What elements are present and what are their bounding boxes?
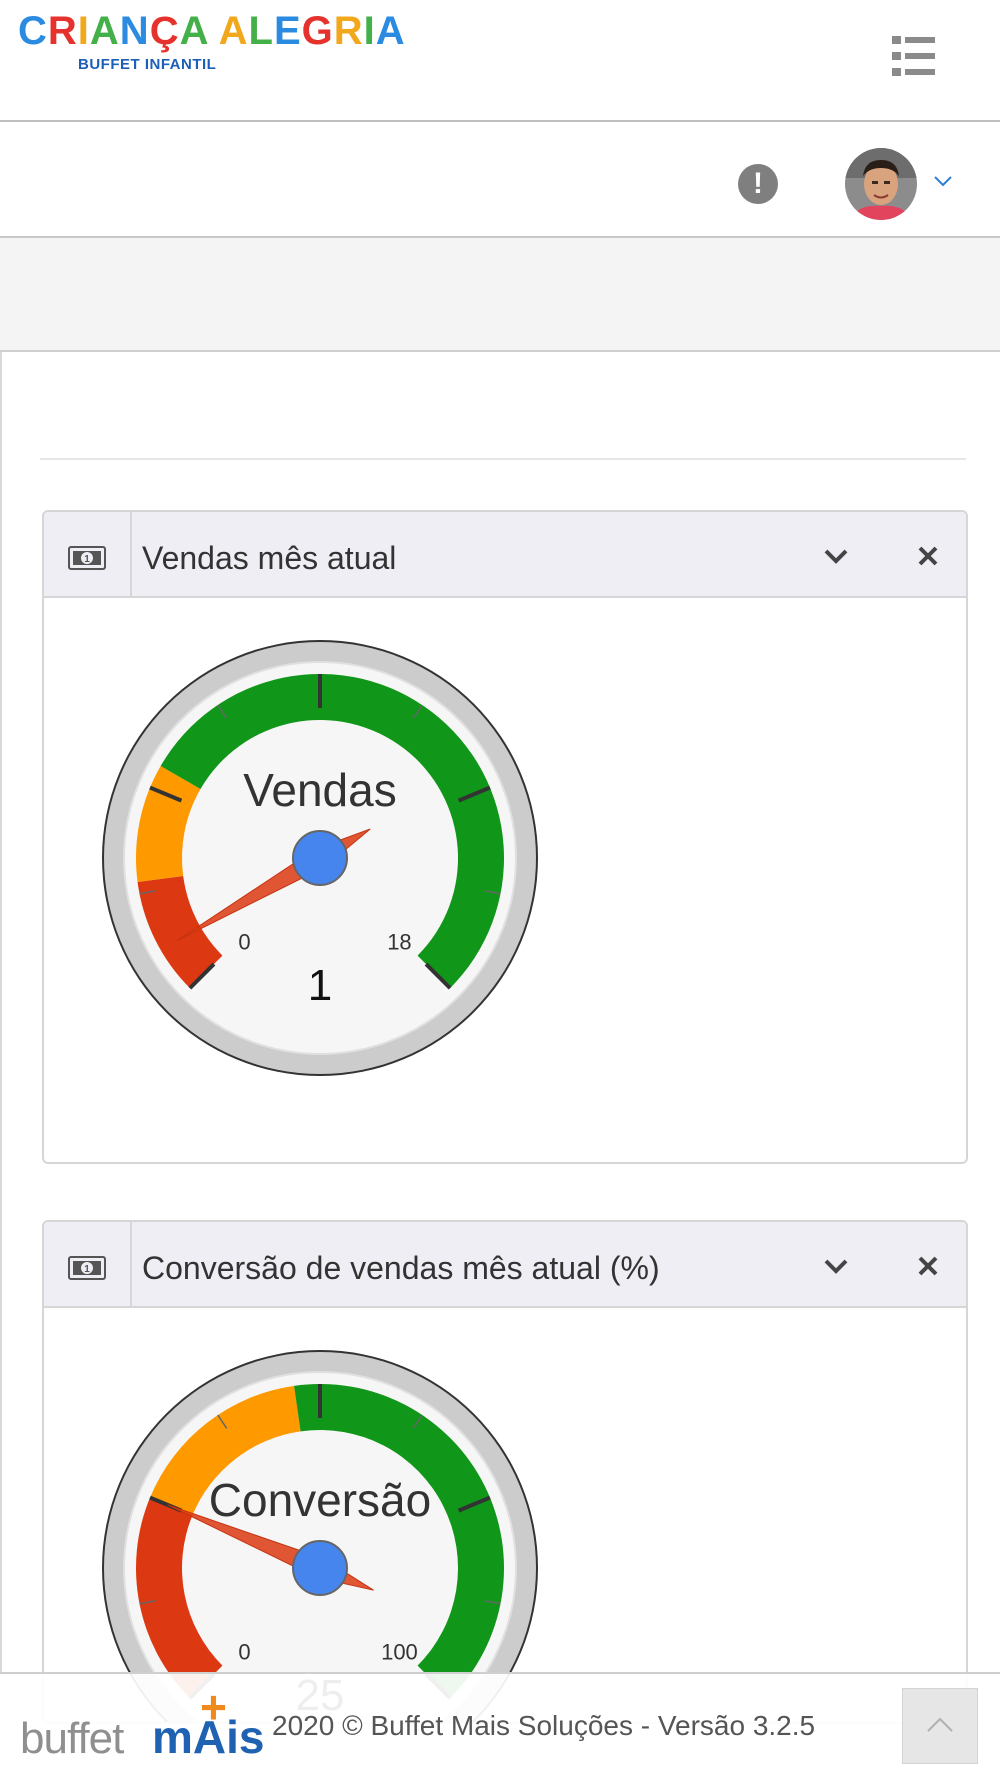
brand-logo[interactable]: CRIANÇA ALEGRIA BUFFET INFANTIL — [18, 10, 405, 80]
widget-collapse-button[interactable] — [822, 1252, 850, 1280]
gauge-min-label: 0 — [238, 1639, 250, 1664]
gauge-value-label: 1 — [308, 961, 332, 1010]
money-bill-icon: 1 — [68, 546, 106, 570]
avatar-image — [845, 148, 917, 220]
footer-logo-plus: + — [200, 1681, 227, 1733]
list-menu-icon — [892, 36, 935, 76]
close-icon — [918, 1256, 938, 1276]
footer-copyright: 2020 © Buffet Mais Soluções - Versão 3.2… — [272, 1710, 816, 1741]
content-divider — [40, 458, 966, 460]
chevron-down-icon — [934, 176, 952, 187]
footer: buffet mAis + 2020 © Buffet Mais Soluçõe… — [0, 1672, 1000, 1780]
main-content: 1 Vendas mês atual Vendas 0 18 1 1 Conve… — [0, 352, 1000, 1724]
chevron-down-icon — [824, 1259, 848, 1274]
widget-title: Vendas mês atual — [142, 540, 397, 576]
logo-title: CRIANÇA ALEGRIA — [18, 9, 406, 53]
widget-icon-box: 1 — [44, 1222, 132, 1306]
breadcrumb-strip — [0, 238, 1000, 352]
chevron-up-icon — [927, 1717, 953, 1732]
widget-vendas: 1 Vendas mês atual Vendas 0 18 1 — [42, 510, 968, 1164]
gauge-needle-hub — [292, 1540, 348, 1596]
user-avatar[interactable] — [845, 148, 917, 220]
buffet-mais-logo[interactable]: buffet mAis + — [20, 1681, 264, 1768]
svg-text:1: 1 — [84, 1264, 90, 1275]
logo-subtitle: BUFFET INFANTIL — [78, 56, 217, 73]
vendas-gauge: Vendas 0 18 1 — [102, 640, 538, 1076]
chevron-down-icon — [824, 549, 848, 564]
gauge-max-label: 18 — [387, 929, 411, 954]
widget-header: 1 Vendas mês atual — [44, 512, 966, 598]
widget-title: Conversão de vendas mês atual (%) — [142, 1250, 660, 1286]
menu-toggle-button[interactable] — [892, 34, 938, 78]
conversao-gauge: Conversão010025 — [102, 1350, 538, 1722]
footer-logo-word1: buffet — [20, 1714, 124, 1763]
widget-close-button[interactable] — [914, 1252, 942, 1280]
widget-conversao: 1 Conversão de vendas mês atual (%) Conv… — [42, 1220, 968, 1724]
scroll-to-top-button[interactable] — [902, 1688, 978, 1764]
gauge-needle-hub — [292, 830, 348, 886]
top-header: CRIANÇA ALEGRIA BUFFET INFANTIL — [0, 0, 1000, 122]
gauge-max-label: 100 — [381, 1639, 418, 1664]
gauge-label: Vendas — [243, 764, 396, 816]
gauge-min-label: 0 — [238, 929, 250, 954]
svg-text:1: 1 — [84, 554, 90, 565]
widget-header: 1 Conversão de vendas mês atual (%) — [44, 1222, 966, 1308]
widget-icon-box: 1 — [44, 512, 132, 596]
page: CRIANÇA ALEGRIA BUFFET INFANTIL ! 1 Vend… — [0, 0, 1000, 1780]
exclamation-circle-icon[interactable]: ! — [738, 164, 778, 204]
widget-collapse-button[interactable] — [822, 542, 850, 570]
gauge-label: Conversão — [209, 1474, 431, 1526]
widget-close-button[interactable] — [914, 542, 942, 570]
close-icon — [918, 546, 938, 566]
user-bar: ! — [0, 122, 1000, 238]
money-bill-icon: 1 — [68, 1256, 106, 1280]
user-menu-caret[interactable] — [932, 170, 954, 192]
